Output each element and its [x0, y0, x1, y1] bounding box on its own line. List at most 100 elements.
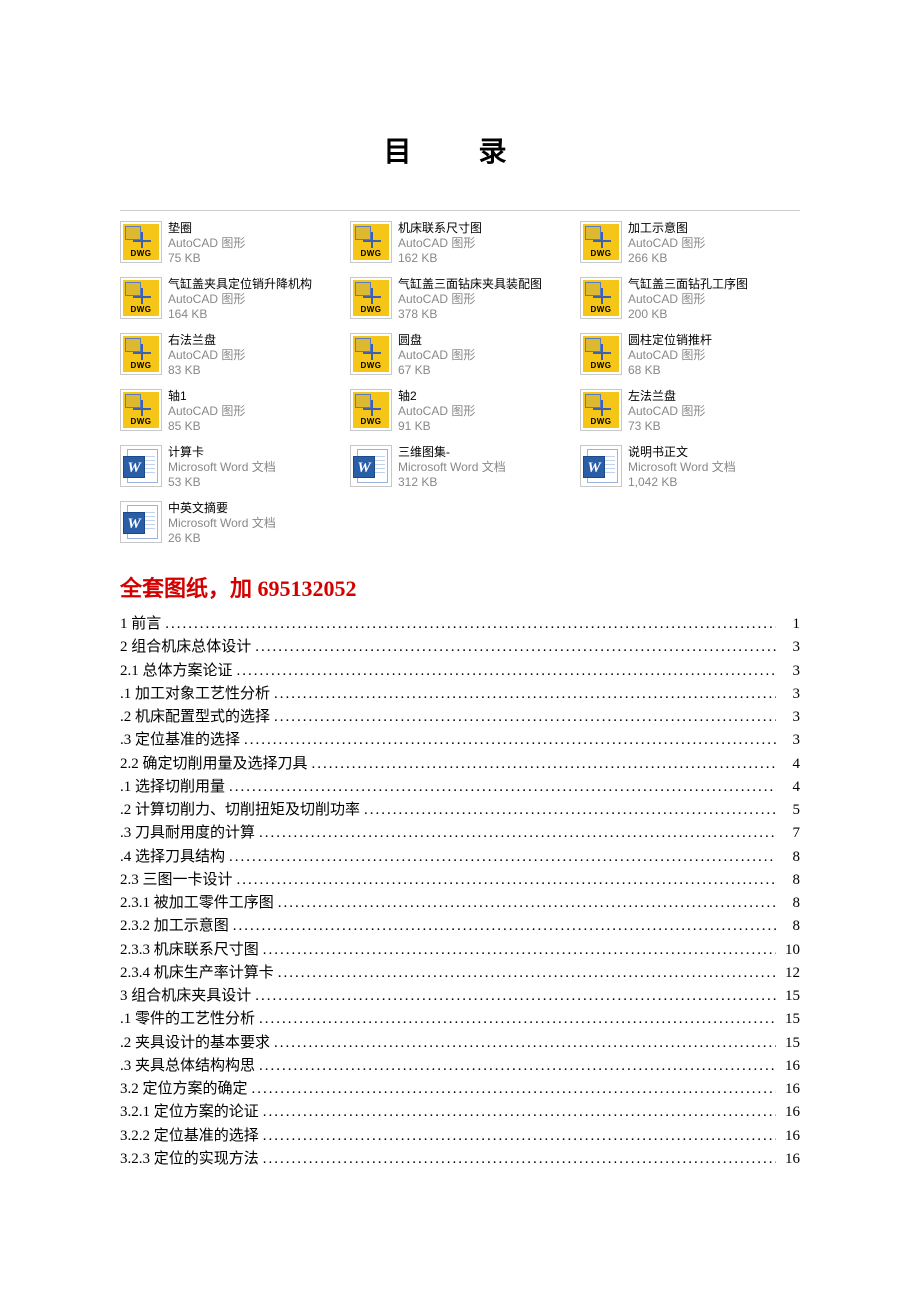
file-type: AutoCAD 图形 — [628, 404, 705, 419]
toc-row: 3.2.3 定位的实现方法16 — [120, 1148, 800, 1171]
toc-page-number: 3 — [780, 706, 800, 729]
file-item[interactable]: DWG加工示意图AutoCAD 图形266 KB — [580, 221, 800, 271]
file-item[interactable]: DWG气缸盖三面钻床夹具装配图AutoCAD 图形378 KB — [350, 277, 570, 327]
file-size: 73 KB — [628, 419, 705, 434]
file-size: 85 KB — [168, 419, 245, 434]
file-size: 164 KB — [168, 307, 312, 322]
file-item[interactable]: W三维图集-Microsoft Word 文档312 KB — [350, 445, 570, 495]
file-meta: 圆盘AutoCAD 图形67 KB — [398, 333, 475, 378]
file-size: 200 KB — [628, 307, 748, 322]
dwg-file-icon: DWG — [120, 333, 162, 375]
toc-label: .1 选择切削用量 — [120, 776, 225, 799]
file-meta: 中英文摘要Microsoft Word 文档26 KB — [168, 501, 276, 546]
toc-label: .3 夹具总体结构构思 — [120, 1055, 255, 1078]
file-item[interactable]: DWG轴2AutoCAD 图形91 KB — [350, 389, 570, 439]
toc-label: .2 夹具设计的基本要求 — [120, 1032, 270, 1055]
toc-row: 3.2.2 定位基准的选择16 — [120, 1125, 800, 1148]
file-name: 右法兰盘 — [168, 333, 245, 348]
file-name: 气缸盖三面钻孔工序图 — [628, 277, 748, 292]
file-meta: 机床联系尺寸图AutoCAD 图形162 KB — [398, 221, 482, 266]
toc-label: .2 计算切削力、切削扭矩及切削功率 — [120, 799, 360, 822]
file-size: 266 KB — [628, 251, 705, 266]
toc-page-number: 7 — [780, 822, 800, 845]
table-of-contents: 1 前言12 组合机床总体设计32.1 总体方案论证3.1 加工对象工艺性分析3… — [120, 613, 800, 1171]
toc-label: 2.1 总体方案论证 — [120, 660, 233, 683]
file-name: 中英文摘要 — [168, 501, 276, 516]
toc-row: .2 计算切削力、切削扭矩及切削功率5 — [120, 799, 800, 822]
toc-row: .3 刀具耐用度的计算7 — [120, 822, 800, 845]
file-name: 垫圈 — [168, 221, 245, 236]
document-page: 目 录 DWG垫圈AutoCAD 图形75 KBDWG机床联系尺寸图AutoCA… — [0, 0, 920, 1231]
file-item[interactable]: DWG左法兰盘AutoCAD 图形73 KB — [580, 389, 800, 439]
toc-page-number: 8 — [780, 846, 800, 869]
toc-label: 3.2 定位方案的确定 — [120, 1078, 248, 1101]
file-type: AutoCAD 图形 — [168, 292, 312, 307]
toc-row: 2.3.1 被加工零件工序图8 — [120, 892, 800, 915]
dwg-file-icon: DWG — [580, 333, 622, 375]
toc-label: 3.2.2 定位基准的选择 — [120, 1125, 259, 1148]
file-item[interactable]: DWG圆柱定位销推杆AutoCAD 图形68 KB — [580, 333, 800, 383]
file-type: AutoCAD 图形 — [168, 404, 245, 419]
file-item[interactable]: DWG右法兰盘AutoCAD 图形83 KB — [120, 333, 340, 383]
file-item[interactable]: DWG垫圈AutoCAD 图形75 KB — [120, 221, 340, 271]
toc-leader-dots — [274, 683, 776, 706]
toc-label: 2.3.1 被加工零件工序图 — [120, 892, 274, 915]
toc-row: 2.3.4 机床生产率计算卡 12 — [120, 962, 800, 985]
toc-page-number: 1 — [780, 613, 800, 636]
toc-label: 3.2.3 定位的实现方法 — [120, 1148, 259, 1171]
file-meta: 气缸盖三面钻孔工序图AutoCAD 图形200 KB — [628, 277, 748, 322]
file-type: AutoCAD 图形 — [398, 348, 475, 363]
file-size: 75 KB — [168, 251, 245, 266]
toc-label: .3 定位基准的选择 — [120, 729, 240, 752]
file-meta: 说明书正文Microsoft Word 文档1,042 KB — [628, 445, 736, 490]
file-meta: 右法兰盘AutoCAD 图形83 KB — [168, 333, 245, 378]
dwg-file-icon: DWG — [120, 221, 162, 263]
file-item[interactable]: W中英文摘要Microsoft Word 文档26 KB — [120, 501, 340, 551]
file-type: Microsoft Word 文档 — [628, 460, 736, 475]
file-item[interactable]: W说明书正文Microsoft Word 文档1,042 KB — [580, 445, 800, 495]
file-item[interactable]: DWG轴1AutoCAD 图形85 KB — [120, 389, 340, 439]
toc-leader-dots — [229, 846, 776, 869]
file-meta: 轴2AutoCAD 图形91 KB — [398, 389, 475, 434]
file-name: 左法兰盘 — [628, 389, 705, 404]
toc-page-number: 15 — [780, 985, 800, 1008]
file-item[interactable]: DWG气缸盖夹具定位销升降机构AutoCAD 图形164 KB — [120, 277, 340, 327]
toc-leader-dots — [237, 869, 776, 892]
word-file-icon: W — [350, 445, 392, 487]
toc-leader-dots — [237, 660, 776, 683]
toc-label: 2.3 三图一卡设计 — [120, 869, 233, 892]
file-meta: 加工示意图AutoCAD 图形266 KB — [628, 221, 705, 266]
toc-leader-dots — [255, 985, 776, 1008]
toc-label: .1 零件的工艺性分析 — [120, 1008, 255, 1031]
toc-leader-dots — [259, 822, 776, 845]
file-name: 加工示意图 — [628, 221, 705, 236]
divider — [120, 210, 800, 211]
file-grid: DWG垫圈AutoCAD 图形75 KBDWG机床联系尺寸图AutoCAD 图形… — [120, 221, 800, 551]
file-item[interactable]: DWG机床联系尺寸图AutoCAD 图形162 KB — [350, 221, 570, 271]
file-item[interactable]: DWG气缸盖三面钻孔工序图AutoCAD 图形200 KB — [580, 277, 800, 327]
toc-leader-dots — [364, 799, 776, 822]
toc-page-number: 3 — [780, 636, 800, 659]
file-type: AutoCAD 图形 — [398, 404, 475, 419]
file-item[interactable]: W计算卡Microsoft Word 文档53 KB — [120, 445, 340, 495]
file-meta: 垫圈AutoCAD 图形75 KB — [168, 221, 245, 266]
file-size: 26 KB — [168, 531, 276, 546]
toc-row: 2.3.3 机床联系尺寸图10 — [120, 939, 800, 962]
file-name: 计算卡 — [168, 445, 276, 460]
toc-label: 2.3.4 机床生产率计算卡 — [120, 962, 274, 985]
file-item[interactable]: DWG圆盘AutoCAD 图形67 KB — [350, 333, 570, 383]
toc-leader-dots — [263, 939, 776, 962]
toc-leader-dots — [229, 776, 776, 799]
toc-leader-dots — [274, 1032, 776, 1055]
toc-label: .1 加工对象工艺性分析 — [120, 683, 270, 706]
toc-row: 2.3.2 加工示意图8 — [120, 915, 800, 938]
dwg-file-icon: DWG — [580, 277, 622, 319]
toc-page-number: 16 — [780, 1078, 800, 1101]
file-meta: 左法兰盘AutoCAD 图形73 KB — [628, 389, 705, 434]
toc-leader-dots — [244, 729, 776, 752]
toc-row: 3.2.1 定位方案的论证16 — [120, 1101, 800, 1124]
dwg-file-icon: DWG — [350, 333, 392, 375]
toc-page-number: 12 — [780, 962, 800, 985]
file-name: 说明书正文 — [628, 445, 736, 460]
toc-row: 1 前言1 — [120, 613, 800, 636]
